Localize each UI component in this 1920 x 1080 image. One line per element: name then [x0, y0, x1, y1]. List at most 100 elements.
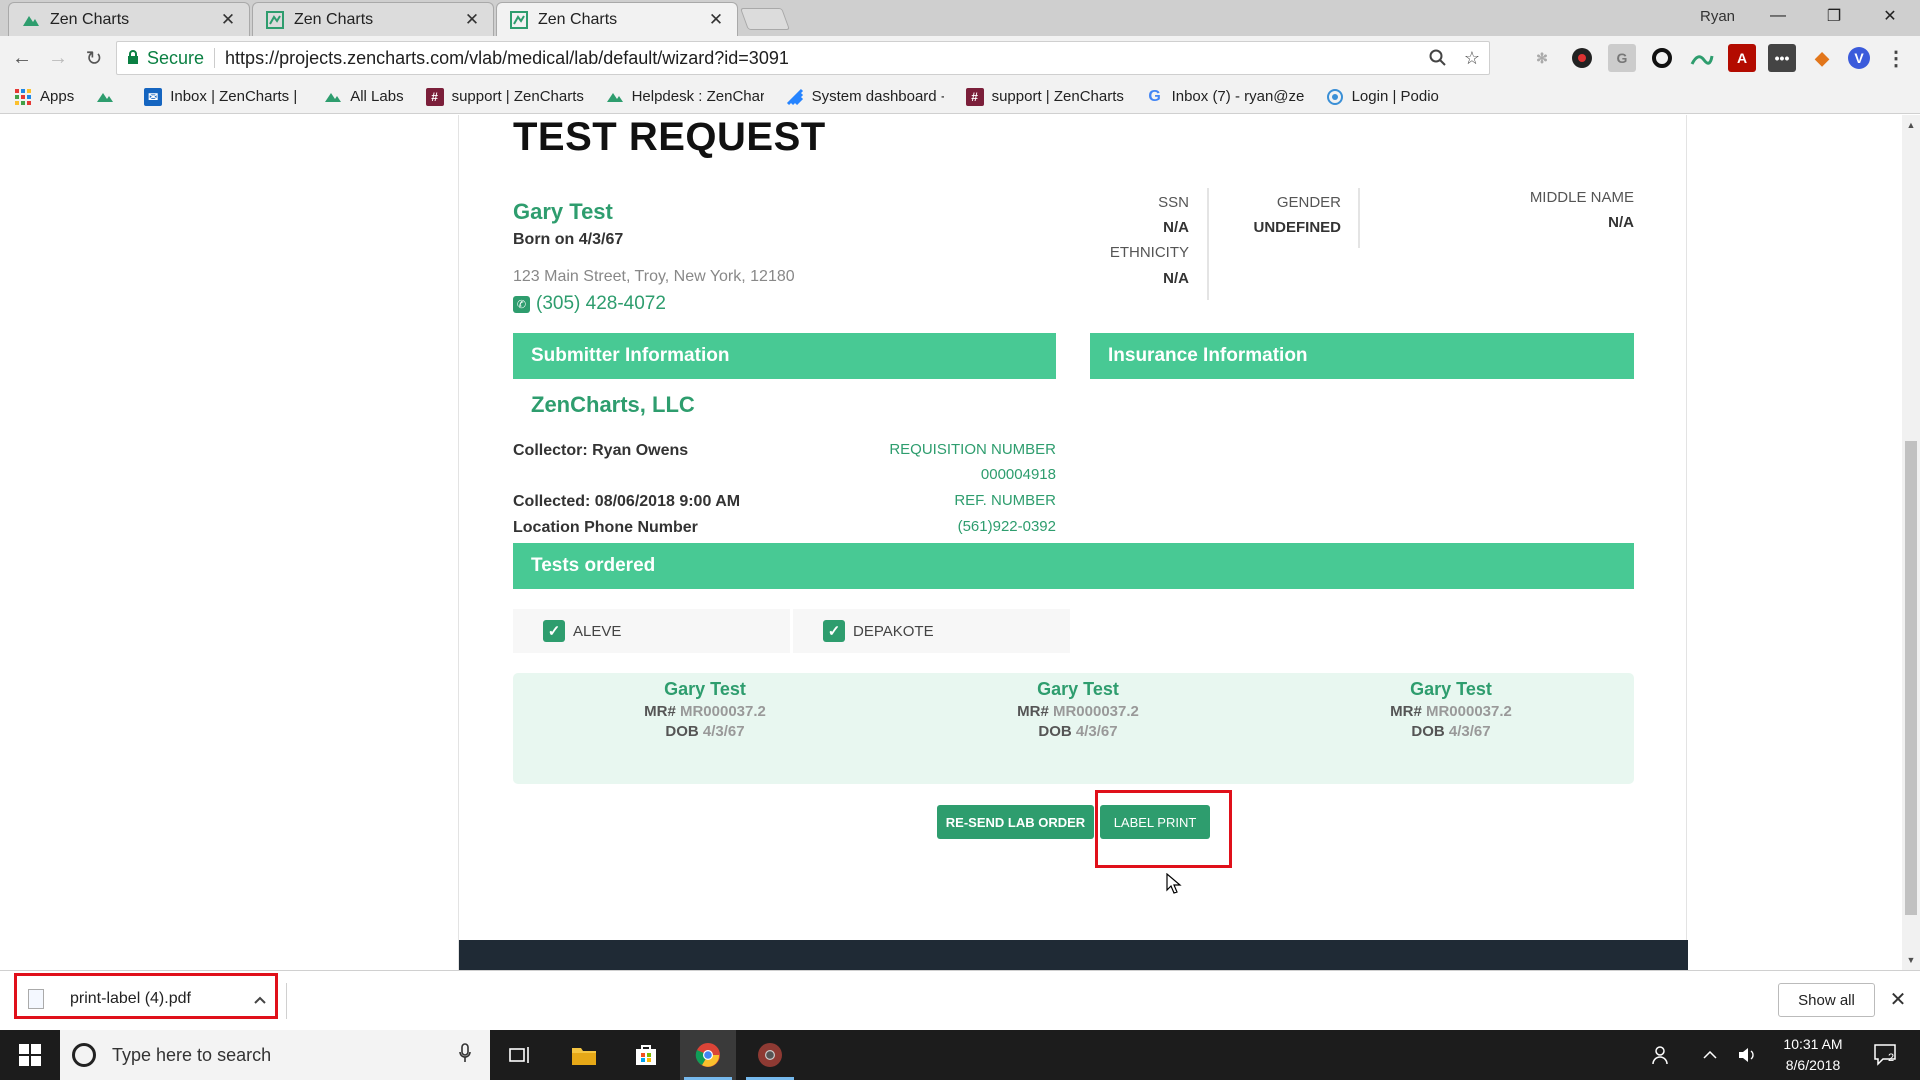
v-extension-icon[interactable]: V [1848, 47, 1870, 69]
task-view-icon[interactable] [492, 1030, 548, 1080]
demographics-divider [1358, 188, 1360, 248]
scroll-up-icon[interactable]: ▲ [1902, 117, 1920, 133]
tab-close-icon[interactable]: ✕ [219, 10, 237, 30]
forward-arrow-icon[interactable]: → [44, 44, 72, 72]
bookmarks-bar: Apps ✉ Inbox | ZenCharts | In All Labs #… [0, 80, 1920, 114]
close-download-bar-icon[interactable]: ✕ [1886, 985, 1910, 1013]
notification-count: 2 [1888, 1052, 1895, 1064]
test-item-depakote[interactable]: ✓ DEPAKOTE [793, 609, 1070, 653]
inbox-icon: ✉ [144, 87, 163, 106]
address-bar[interactable]: Secure https://projects.zencharts.com/vl… [116, 41, 1490, 75]
test-name: ALEVE [573, 622, 622, 640]
windows-start-icon[interactable] [0, 1030, 60, 1080]
gender-label: GENDER [1276, 194, 1341, 211]
secure-label: Secure [147, 47, 205, 68]
taskbar-search-input[interactable]: Type here to search [60, 1030, 490, 1080]
highlight-box [1095, 790, 1232, 868]
back-arrow-icon[interactable]: ← [8, 44, 36, 72]
volume-icon[interactable] [1732, 1030, 1764, 1080]
google-icon: G [1148, 87, 1161, 105]
dark-extension-icon[interactable] [1568, 44, 1596, 72]
ssn-label: SSN [1158, 194, 1189, 211]
snowflake-extension-icon[interactable]: ✻ [1528, 44, 1556, 72]
test-name: DEPAKOTE [853, 622, 934, 640]
ethnicity-value: N/A [1163, 270, 1189, 287]
resend-lab-order-button[interactable]: RE-SEND LAB ORDER [937, 805, 1094, 839]
chrome-taskbar-icon[interactable] [680, 1030, 736, 1080]
bookmark-zencharts[interactable] [96, 88, 122, 106]
chevron-up-icon[interactable] [1694, 1030, 1726, 1080]
zencharts-icon [324, 88, 342, 106]
pdf-extension-icon[interactable]: A [1728, 44, 1756, 72]
location-phone-label: Location Phone Number [513, 519, 698, 536]
scroll-down-icon[interactable]: ▼ [1902, 952, 1920, 968]
browser-tab[interactable]: Zen Charts ✕ [252, 2, 494, 36]
bookmark-all-labs[interactable]: All Labs [324, 88, 404, 106]
bookmark-label: Inbox | ZenCharts | In [170, 88, 303, 105]
jira-icon [786, 88, 804, 106]
url-text[interactable]: https://projects.zencharts.com/vlab/medi… [225, 48, 1421, 69]
g-extension-icon[interactable]: G [1608, 44, 1636, 72]
file-explorer-icon[interactable] [556, 1030, 612, 1080]
checkbox-checked-icon[interactable]: ✓ [543, 620, 565, 642]
tab-label: Zen Charts [50, 10, 130, 28]
browser-tab[interactable]: Zen Charts ✕ [8, 2, 250, 36]
fox-extension-icon[interactable]: ◆ [1808, 44, 1836, 72]
dots-extension-icon[interactable]: ••• [1768, 44, 1796, 72]
bookmark-support-zencharts-2[interactable]: # support | ZenCharts [965, 87, 1124, 106]
test-item-aleve[interactable]: ✓ ALEVE [513, 609, 790, 653]
patient-phone[interactable]: ✆ (305) 428-4072 [513, 293, 666, 315]
zencharts-favicon-icon [21, 10, 41, 30]
bookmark-inbox-zencharts[interactable]: ✉ Inbox | ZenCharts | In [144, 87, 303, 106]
new-tab-button[interactable] [739, 8, 791, 30]
browser-menu-icon[interactable]: ⋮ [1882, 44, 1910, 72]
people-icon[interactable] [1646, 1030, 1678, 1080]
taskbar-clock[interactable]: 10:31 AM 8/6/2018 [1768, 1034, 1858, 1076]
bookmark-label: All Labs [350, 88, 404, 105]
bookmark-star-icon[interactable]: ☆ [1455, 48, 1489, 69]
gender-value: UNDEFINED [1253, 219, 1341, 236]
page-content: TEST REQUEST Gary Test Born on 4/3/67 12… [458, 115, 1688, 970]
action-center-icon[interactable]: 2 [1866, 1030, 1906, 1080]
profile-name[interactable]: Ryan [1700, 8, 1735, 25]
microphone-icon[interactable] [450, 1042, 480, 1068]
label-card: Gary Test MR# MR000037.2 DOB 4/3/67 [1301, 679, 1601, 740]
bookmark-support-zencharts[interactable]: # support | ZenCharts [425, 87, 584, 106]
zoom-icon[interactable] [1421, 49, 1455, 67]
ref-number-label: REF. NUMBER [954, 492, 1056, 509]
page-scrollbar[interactable]: ▲ ▼ [1902, 115, 1920, 970]
close-window-icon[interactable]: ✕ [1862, 0, 1918, 32]
wave-extension-icon[interactable] [1688, 44, 1716, 72]
bookmark-label: support | ZenCharts [991, 88, 1124, 105]
bookmark-podio[interactable]: Login | Podio [1326, 88, 1439, 106]
checkbox-checked-icon[interactable]: ✓ [823, 620, 845, 642]
ethnicity-label: ETHNICITY [1109, 244, 1189, 261]
store-icon[interactable] [618, 1030, 674, 1080]
zencharts-icon [606, 88, 624, 106]
show-all-downloads-button[interactable]: Show all [1778, 983, 1875, 1017]
submitter-company: ZenCharts, LLC [531, 392, 695, 417]
ring-extension-icon[interactable] [1648, 44, 1676, 72]
chrome-taskbar-icon-2[interactable] [742, 1030, 798, 1080]
bookmark-label: Inbox (7) - ryan@zer [1171, 88, 1304, 105]
bookmark-gmail-inbox[interactable]: G Inbox (7) - ryan@zer [1146, 87, 1304, 106]
requisition-number-value: 000004918 [980, 466, 1056, 483]
slack-icon: # [965, 87, 984, 106]
tab-close-icon[interactable]: ✕ [707, 10, 725, 30]
label-dob-line: DOB 4/3/67 [665, 723, 745, 740]
bookmark-label: Helpdesk : ZenChart [631, 88, 764, 105]
restore-icon[interactable]: ❐ [1806, 0, 1862, 32]
browser-tab-active[interactable]: Zen Charts ✕ [496, 2, 738, 37]
bookmark-system-dashboard[interactable]: System dashboard - [786, 88, 944, 106]
demographics-divider [1207, 188, 1209, 300]
reload-icon[interactable]: ↻ [80, 44, 108, 72]
bookmark-helpdesk[interactable]: Helpdesk : ZenChart [606, 88, 764, 106]
label-mr-line: MR# MR000037.2 [1017, 703, 1139, 720]
scrollbar-thumb[interactable] [1905, 441, 1917, 915]
middle-name-label: MIDDLE NAME [1529, 189, 1634, 206]
tab-close-icon[interactable]: ✕ [463, 10, 481, 30]
bookmark-apps[interactable]: Apps [14, 88, 74, 106]
minimize-icon[interactable]: — [1750, 0, 1806, 32]
patient-address: 123 Main Street, Troy, New York, 12180 [513, 268, 795, 285]
tab-label: Zen Charts [538, 11, 618, 28]
